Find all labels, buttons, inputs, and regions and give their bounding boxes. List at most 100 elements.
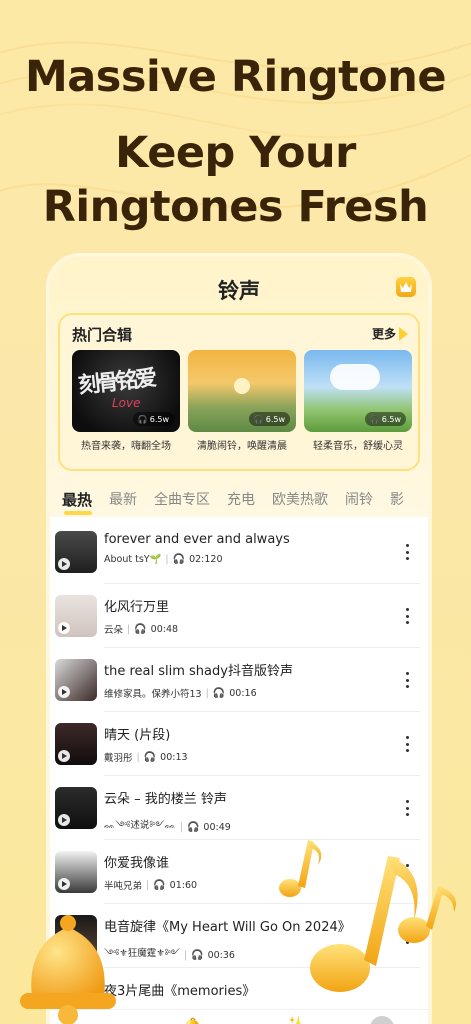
song-thumbnail <box>55 723 97 765</box>
album-cover: 🎧 6.5w <box>304 350 412 432</box>
headset-icon: 🎧 <box>153 879 166 891</box>
tab-film[interactable]: 影 <box>390 489 404 510</box>
headset-icon: 🎧 <box>191 950 204 961</box>
divider: | <box>146 879 150 891</box>
headset-icon: 🎧 <box>134 623 147 635</box>
song-duration: 00:49 <box>203 822 231 833</box>
play-count: 6.5w <box>381 414 401 424</box>
divider: | <box>179 822 183 833</box>
album-cover: 🎧 6.5w <box>188 350 296 432</box>
play-count: 6.5w <box>265 414 285 424</box>
headset-icon: 🎧 <box>143 751 157 763</box>
tab-newest[interactable]: 最新 <box>109 489 137 510</box>
bottom-navigation: 🔔 ✨ <box>50 1009 428 1024</box>
song-row[interactable]: 你爱我像谁 半吨兄弟 | 🎧 01:60 <box>50 840 428 904</box>
profile-icon[interactable] <box>370 1016 394 1024</box>
headset-icon: 🎧 <box>212 687 226 699</box>
category-tabs: 最热 最新 全曲专区 充电 欧美热歌 闹铃 影 <box>62 489 404 515</box>
hot-collections-title: 热门合辑 <box>72 326 133 344</box>
song-thumbnail <box>55 851 97 893</box>
tab-western-hits[interactable]: 欧美热歌 <box>272 489 328 510</box>
song-artist: 云朵 <box>104 625 124 636</box>
play-icon[interactable] <box>58 750 70 762</box>
magic-sparkle-icon[interactable]: ✨ <box>284 1016 306 1024</box>
play-icon[interactable] <box>58 622 70 634</box>
song-artist: 戴羽彤 <box>104 753 133 764</box>
song-title: the real slim shady抖音版铃声 <box>104 664 293 679</box>
play-count: 6.5w <box>149 414 169 424</box>
song-row[interactable]: forever and ever and always About tsY🌱 | 🎧… <box>50 520 428 584</box>
kebab-icon[interactable] <box>406 608 410 624</box>
song-row[interactable]: 化风行万里 云朵 | 🎧 00:48 <box>50 584 428 648</box>
kebab-icon[interactable] <box>406 736 410 752</box>
crown-icon[interactable] <box>396 277 416 297</box>
song-duration: 00:16 <box>229 687 257 699</box>
hot-collections-card: 热门合辑 更多 刻骨铭爱 Love 🎧 6.5w 热音来袭，嗨翻全场 🎧 6.5w … <box>58 313 420 471</box>
headline-line-2: Keep Your <box>115 128 356 178</box>
kebab-icon[interactable] <box>406 544 410 560</box>
divider: | <box>127 623 131 635</box>
song-thumbnail <box>55 531 97 573</box>
play-icon[interactable] <box>58 878 70 890</box>
kebab-icon[interactable] <box>406 800 410 816</box>
headset-icon: 🎧 <box>186 822 200 833</box>
kebab-icon[interactable] <box>406 672 410 688</box>
song-thumbnail <box>55 659 97 701</box>
song-title: 云朵 – 我的楼兰 铃声 <box>104 792 227 807</box>
song-duration: 00:48 <box>150 623 179 635</box>
album-card[interactable]: 🎧 6.5w 轻柔音乐，舒缓心灵 <box>304 350 412 452</box>
song-artist: ᨐ༺述说༻ᨐ <box>104 820 176 831</box>
tab-hottest[interactable]: 最热 <box>62 489 93 515</box>
song-list: forever and ever and always About tsY🌱 | 🎧… <box>50 520 428 1024</box>
divider: | <box>205 687 209 699</box>
album-cover: 刻骨铭爱 Love 🎧 6.5w <box>72 350 180 432</box>
tab-alarm[interactable]: 闹铃 <box>345 489 373 510</box>
ringtone-bell-icon[interactable]: 🔔 <box>180 1016 205 1024</box>
tab-full-songs[interactable]: 全曲专区 <box>154 489 210 510</box>
crown-icon-glyph <box>400 282 412 292</box>
tab-charging[interactable]: 充电 <box>227 489 255 510</box>
kebab-icon[interactable] <box>406 864 410 880</box>
song-row[interactable]: 云朵 – 我的楼兰 铃声 ᨐ༺述说༻ᨐ | 🎧 00:49 <box>50 776 428 840</box>
album-caption: 轻柔音乐，舒缓心灵 <box>313 441 403 452</box>
play-count-badge: 🎧 6.5w <box>248 412 290 426</box>
song-duration: 02:120 <box>189 554 223 565</box>
song-duration: 00:13 <box>160 751 188 763</box>
song-artist: 维修家具。保养小符13 <box>104 689 202 700</box>
kebab-icon[interactable] <box>406 928 410 944</box>
song-title: forever and ever and always <box>104 532 290 547</box>
headset-icon: 🎧 <box>172 554 186 565</box>
headline-line-3: Ringtones Fresh <box>42 182 429 232</box>
play-count-badge: 🎧 6.5w <box>132 412 174 426</box>
page-title: 铃声 <box>218 279 260 303</box>
song-artist: ༺⚜狂魔霆⚜༻ <box>104 948 180 959</box>
song-duration: 01:60 <box>169 879 198 891</box>
divider: | <box>165 554 169 565</box>
play-icon[interactable] <box>58 942 70 954</box>
headline-line-1: Massive Ringtone <box>24 52 447 102</box>
song-title: 你爱我像谁 <box>104 856 170 871</box>
song-row[interactable]: 电音旋律《My Heart Will Go On 2024》 ༺⚜狂魔霆⚜༻ | 🎧… <box>50 904 428 968</box>
play-count-badge: 🎧 6.5w <box>364 412 406 426</box>
album-card[interactable]: 刻骨铭爱 Love 🎧 6.5w 热音来袭，嗨翻全场 <box>72 350 180 452</box>
album-list: 刻骨铭爱 Love 🎧 6.5w 热音来袭，嗨翻全场 🎧 6.5w 清脆闹铃，唤醒清… <box>72 350 412 452</box>
more-label: 更多 <box>371 327 396 341</box>
play-icon[interactable] <box>58 814 70 826</box>
album-caption: 清脆闹铃，唤醒清晨 <box>197 441 287 452</box>
song-artist: 半吨兄弟 <box>104 881 143 892</box>
more-button[interactable]: 更多 <box>372 325 408 342</box>
song-row[interactable]: 晴天 (片段) 戴羽彤 | 🎧 00:13 <box>50 712 428 776</box>
play-icon[interactable] <box>58 686 70 698</box>
song-title: 夜3片尾曲《memories》 <box>104 984 256 999</box>
chevron-right-icon <box>399 326 408 341</box>
song-artist: About tsY🌱 <box>104 554 162 565</box>
play-icon[interactable] <box>58 558 70 570</box>
sun-illustration <box>234 378 250 394</box>
album-card[interactable]: 🎧 6.5w 清脆闹铃，唤醒清晨 <box>188 350 296 452</box>
song-title: 电音旋律《My Heart Will Go On 2024》 <box>104 920 351 935</box>
album-caption: 热音来袭，嗨翻全场 <box>81 441 171 452</box>
song-thumbnail <box>55 595 97 637</box>
song-row[interactable]: the real slim shady抖音版铃声 维修家具。保养小符13 | 🎧 00… <box>50 648 428 712</box>
song-title: 化风行万里 <box>104 600 170 615</box>
song-duration: 00:36 <box>207 950 235 961</box>
